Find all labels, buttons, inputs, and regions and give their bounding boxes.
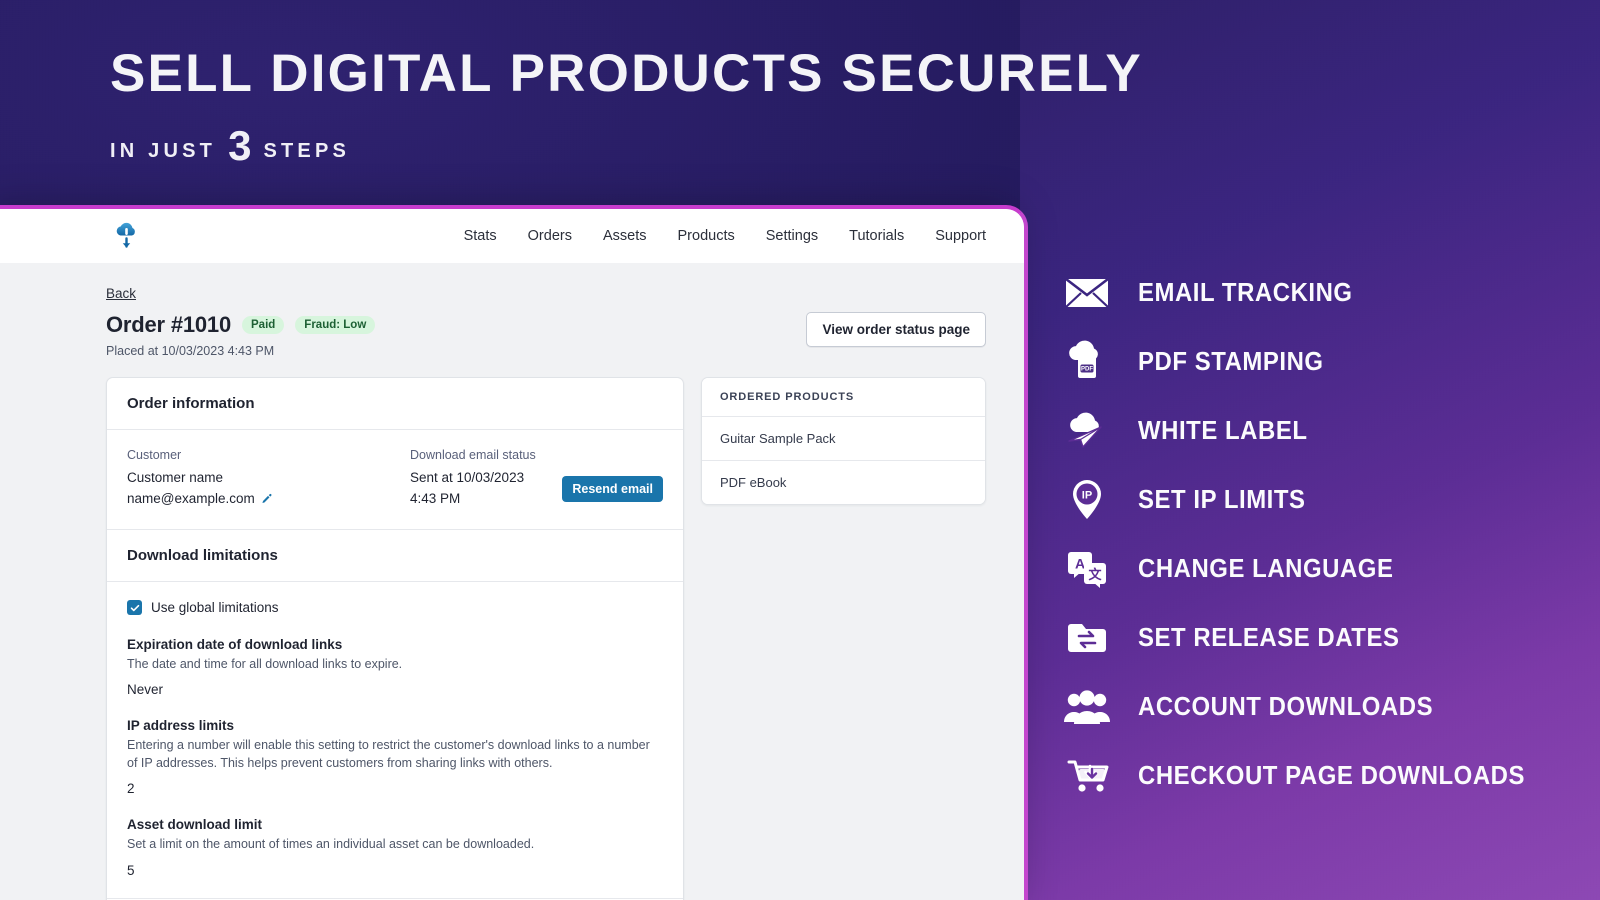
field-title: IP address limits: [127, 718, 235, 734]
list-item[interactable]: Guitar Sample Pack: [701, 417, 985, 461]
ordered-products-card: ORDERED PRODUCTS Guitar Sample Pack PDF …: [700, 377, 986, 505]
feature-item-white-label: WHITE LABEL: [1062, 396, 1582, 465]
translate-icon: A 文: [1062, 544, 1112, 594]
order-title-line: Order #1010 Paid Fraud: Low: [106, 312, 376, 338]
feature-label: WHITE LABEL: [1138, 415, 1308, 445]
svg-text:PDF: PDF: [1081, 366, 1093, 372]
order-information-heading: Order information: [107, 378, 683, 430]
use-global-limitations-checkbox[interactable]: [127, 600, 142, 616]
page-title: Order #1010: [106, 312, 231, 337]
customer-label: Customer: [127, 448, 182, 462]
nav-item-products[interactable]: Products: [678, 228, 735, 244]
back-link[interactable]: Back: [106, 286, 136, 301]
app-logo[interactable]: [112, 220, 142, 252]
feature-item-checkout-page-downloads: CHECKOUT PAGE DOWNLOADS: [1062, 741, 1582, 810]
hero-sub-number: 3: [228, 122, 252, 170]
order-header-left: Order #1010 Paid Fraud: Low Placed at 10…: [106, 312, 376, 358]
email-status-block: Download email status Sent at 10/03/2023…: [410, 448, 663, 509]
hero-title: SELL DIGITAL PRODUCTS SECURELY: [110, 44, 1143, 103]
feature-item-email-tracking: EMAIL TRACKING: [1062, 258, 1582, 327]
feature-label: ACCOUNT DOWNLOADS: [1138, 691, 1434, 721]
cloud-download-icon: [116, 222, 135, 248]
nav-item-assets[interactable]: Assets: [603, 228, 647, 244]
resend-email-button[interactable]: Resend email: [562, 475, 663, 502]
svg-text:文: 文: [1088, 567, 1102, 582]
email-status-value: Sent at 10/03/2023 4:43 PM: [409, 470, 525, 506]
content-columns: Order information Customer Customer name…: [106, 377, 986, 900]
hero-sub-prefix: IN JUST: [110, 140, 217, 163]
hero-subtitle: IN JUST 3 STEPS: [110, 119, 1310, 170]
order-information-body: Customer Customer name name@example.com: [107, 430, 683, 529]
status-badge-paid: Paid: [242, 316, 285, 334]
use-global-limitations-row[interactable]: Use global limitations: [127, 600, 663, 616]
nav-item-settings[interactable]: Settings: [766, 228, 818, 244]
field-value[interactable]: 2: [127, 781, 663, 796]
customer-name: Customer name: [127, 470, 224, 485]
download-limitations-heading: Download limitations: [107, 529, 683, 583]
feature-label: CHANGE LANGUAGE: [1138, 553, 1394, 583]
feature-label: PDF STAMPING: [1138, 346, 1324, 376]
email-status-label: Download email status: [409, 448, 536, 462]
cloud-pdf-icon: PDF: [1062, 337, 1112, 387]
feature-item-set-release-dates: SET RELEASE DATES: [1062, 603, 1582, 672]
feature-item-pdf-stamping: PDF PDF STAMPING: [1062, 327, 1582, 396]
order-details-card: Order information Customer Customer name…: [106, 377, 684, 900]
field-help: Set a limit on the amount of times an in…: [127, 837, 535, 852]
field-asset-download-limit: Asset download limit Set a limit on the …: [127, 817, 663, 877]
order-placed-at: Placed at 10/03/2023 4:43 PM: [106, 344, 275, 358]
feature-label: EMAIL TRACKING: [1138, 277, 1353, 307]
users-group-icon: [1062, 682, 1112, 732]
right-column: ORDERED PRODUCTS Guitar Sample Pack PDF …: [700, 377, 986, 505]
nav-item-tutorials[interactable]: Tutorials: [849, 228, 904, 244]
ip-pin-icon: IP: [1062, 475, 1112, 525]
app-window: Stats Orders Assets Products Settings Tu…: [0, 205, 1028, 900]
field-value[interactable]: Never: [127, 682, 663, 697]
svg-text:A: A: [1075, 555, 1085, 571]
feature-item-account-downloads: ACCOUNT DOWNLOADS: [1062, 672, 1582, 741]
field-ip-address-limits: IP address limits Entering a number will…: [127, 718, 663, 796]
feature-item-change-language: A 文 CHANGE LANGUAGE: [1062, 534, 1582, 603]
use-global-limitations-label: Use global limitations: [151, 600, 279, 616]
email-status-row: Sent at 10/03/2023 4:43 PM Resend email: [410, 468, 663, 509]
app-content: Back Order #1010 Paid Fraud: Low Placed …: [0, 263, 1024, 900]
pencil-icon[interactable]: [261, 493, 273, 505]
status-badge-fraud: Fraud: Low: [295, 316, 376, 334]
customer-email-row: name@example.com: [127, 489, 380, 510]
check-icon: [130, 604, 139, 611]
feature-list: EMAIL TRACKING PDF PDF STAMPING WHITE LA…: [1062, 258, 1582, 810]
field-title: Asset download limit: [127, 817, 263, 833]
app-nav: Stats Orders Assets Products Settings Tu…: [464, 228, 986, 244]
promo-banner: SELL DIGITAL PRODUCTS SECURELY IN JUST 3…: [0, 0, 1600, 900]
customer-email: name@example.com: [127, 490, 255, 506]
feature-item-set-ip-limits: IP SET IP LIMITS: [1062, 465, 1582, 534]
download-limitations-body: Use global limitations Expiration date o…: [107, 582, 683, 898]
svg-text:IP: IP: [1082, 489, 1092, 501]
left-column: Order information Customer Customer name…: [106, 377, 684, 900]
cart-download-icon: [1062, 751, 1112, 801]
nav-item-stats[interactable]: Stats: [464, 228, 497, 244]
field-help: The date and time for all download links…: [127, 657, 403, 672]
folder-transfer-icon: [1062, 613, 1112, 663]
envelope-icon: [1062, 268, 1112, 318]
feature-label: CHECKOUT PAGE DOWNLOADS: [1138, 760, 1526, 790]
field-value[interactable]: 5: [127, 863, 663, 878]
hero-sub-suffix: STEPS: [263, 140, 351, 163]
hero-block: SELL DIGITAL PRODUCTS SECURELY IN JUST 3…: [110, 44, 1310, 170]
order-information-grid: Customer Customer name name@example.com: [127, 448, 663, 509]
nav-item-support[interactable]: Support: [935, 228, 986, 244]
field-title: Expiration date of download links: [127, 637, 343, 653]
view-order-status-page-button[interactable]: View order status page: [806, 312, 986, 347]
feature-label: SET RELEASE DATES: [1138, 622, 1400, 652]
nav-item-orders[interactable]: Orders: [528, 228, 572, 244]
cloud-paper-plane-icon: [1062, 406, 1112, 456]
ordered-products-heading: ORDERED PRODUCTS: [701, 378, 985, 417]
feature-label: SET IP LIMITS: [1138, 484, 1306, 514]
field-help: Entering a number will enable this setti…: [127, 738, 650, 771]
field-expiration-date: Expiration date of download links The da…: [127, 637, 663, 697]
order-header: Order #1010 Paid Fraud: Low Placed at 10…: [106, 312, 986, 358]
app-topbar: Stats Orders Assets Products Settings Tu…: [0, 209, 1024, 263]
list-item[interactable]: PDF eBook: [701, 461, 985, 504]
customer-block: Customer Customer name name@example.com: [127, 448, 380, 509]
